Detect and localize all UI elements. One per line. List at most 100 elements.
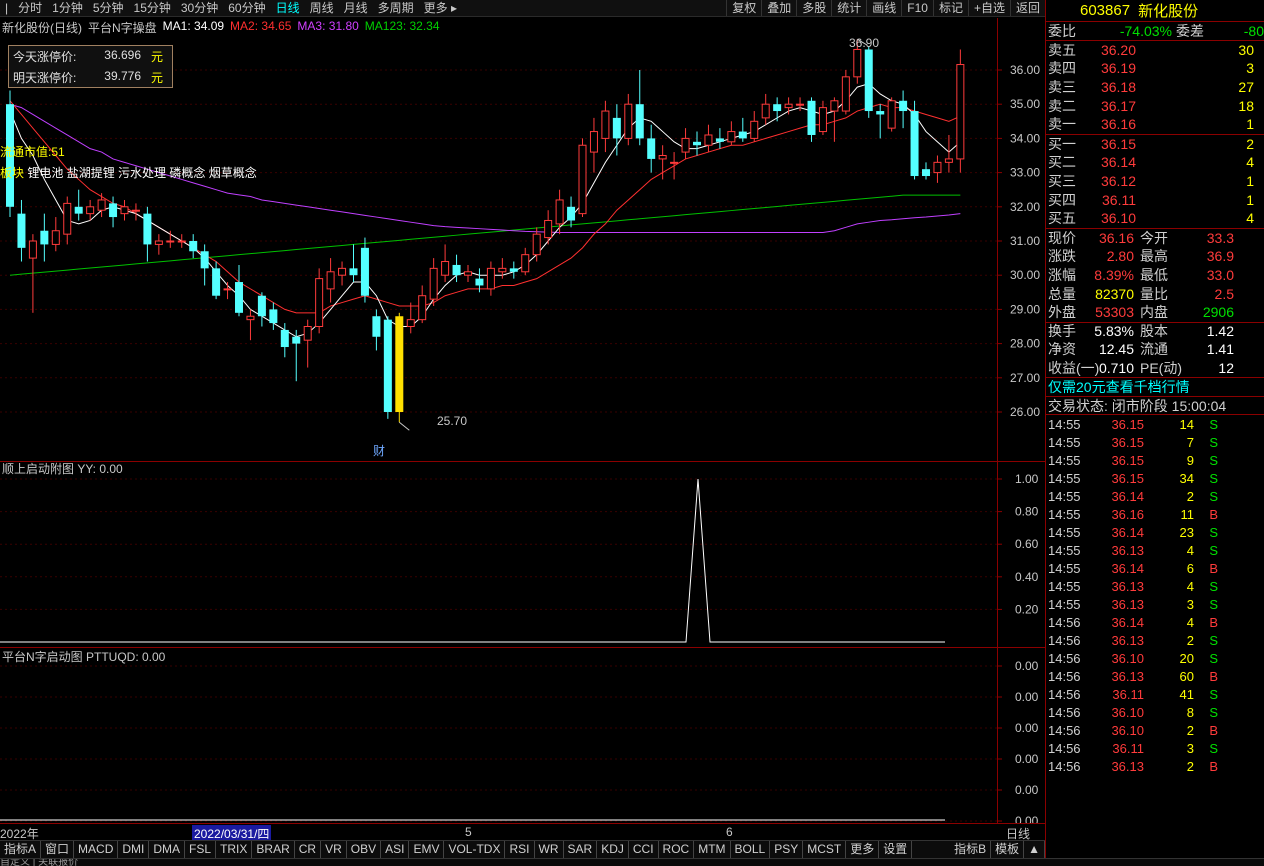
indicator-tab-10[interactable]: OBV: [347, 841, 382, 858]
quote-stats: 现价 36.16 今开 33.3 涨跌 2.80 最高 36.9 涨幅 8.39% 最低 33.0 总量…: [1046, 229, 1264, 378]
tick-row: 14:55 36.15 14 S: [1046, 415, 1264, 433]
tick-price: 36.13: [1111, 542, 1144, 558]
indicator-tab-right-0[interactable]: 指标B: [950, 841, 992, 858]
stat-row: 涨幅 8.39% 最低 33.0: [1046, 266, 1264, 285]
quote-header: 603867 新化股份: [1046, 0, 1264, 22]
period-tab-2[interactable]: 5分钟: [88, 0, 129, 16]
tick-time: 14:56: [1048, 722, 1081, 738]
toolbar-action-3[interactable]: 统计: [831, 0, 866, 16]
indicator-tab-24[interactable]: 更多: [846, 841, 880, 858]
candle-body: [910, 111, 919, 177]
depth-promo-link[interactable]: 仅需20元查看千档行情: [1046, 377, 1264, 396]
indicator-tab-1[interactable]: 窗口: [41, 841, 75, 858]
indicator-tab-6[interactable]: TRIX: [216, 841, 253, 858]
indicator-tab-16[interactable]: SAR: [564, 841, 598, 858]
toolbar-action-0[interactable]: 复权: [726, 0, 761, 16]
finance-marker[interactable]: 财: [373, 442, 385, 459]
indicator-tab-right-2[interactable]: ▲: [1024, 841, 1045, 858]
candle-body: [944, 158, 953, 163]
indicator-tab-0[interactable]: 指标A: [0, 841, 42, 858]
indicator-tab-2[interactable]: MACD: [74, 841, 119, 858]
candle-body: [509, 268, 518, 272]
stat-label: 涨幅: [1048, 267, 1076, 284]
period-tab-0[interactable]: 分时: [13, 0, 47, 16]
indicator-tab-20[interactable]: MTM: [694, 841, 731, 858]
candle-body: [372, 316, 381, 337]
stat-row: 总量 82370 量比 2.5: [1046, 284, 1264, 303]
toolbar-action-8[interactable]: 返回: [1009, 0, 1045, 16]
indicator-tab-19[interactable]: ROC: [659, 841, 695, 858]
bid-label: 买四: [1048, 191, 1076, 208]
indicator-tab-11[interactable]: ASI: [381, 841, 410, 858]
tick-price: 36.10: [1111, 722, 1144, 738]
ask-volume: 27: [1238, 79, 1254, 96]
tick-direction: S: [1209, 686, 1218, 702]
indicator-tab-18[interactable]: CCI: [629, 841, 659, 858]
candle-body: [647, 138, 656, 159]
candle-body: [704, 134, 713, 146]
candle-body: [189, 241, 198, 252]
bottom-strip: 自定义 | 关联报价: [0, 858, 1264, 866]
stat-label-2: 最低: [1140, 267, 1168, 284]
period-tab-8[interactable]: 月线: [339, 0, 373, 16]
indicator-tab-7[interactable]: BRAR: [252, 841, 295, 858]
indicator-tab-8[interactable]: CR: [295, 841, 322, 858]
tick-volume: 11: [1180, 506, 1195, 522]
period-tab-4[interactable]: 30分钟: [176, 0, 223, 16]
indicator-tab-3[interactable]: DMI: [118, 841, 150, 858]
ask-row: 卖三 36.18 27: [1046, 78, 1264, 97]
tick-list[interactable]: 14:55 36.15 14 S 14:55 36.15 7 S 14:55 36.15 9 S 14:…: [1046, 415, 1264, 775]
indicator-tab-4[interactable]: DMA: [149, 841, 186, 858]
period-tab-6[interactable]: 日线: [271, 0, 305, 16]
toolbar-action-6[interactable]: 标记: [932, 0, 968, 16]
candle-body: [292, 336, 301, 344]
period-tab-1[interactable]: 1分钟: [47, 0, 88, 16]
indicator-tab-9[interactable]: VR: [321, 841, 347, 858]
candle-body: [200, 251, 209, 269]
candle-body: [166, 240, 175, 243]
indicator-tab-12[interactable]: EMV: [409, 841, 445, 858]
indicator-tab-22[interactable]: PSY: [770, 841, 804, 858]
candle-body: [28, 240, 37, 259]
legend-ma1: MA1: 34.09: [162, 19, 225, 33]
stat-value: 2.80: [1106, 248, 1134, 265]
tick-time: 14:55: [1048, 506, 1081, 522]
toolbar-action-7[interactable]: +自选: [967, 0, 1010, 16]
indicator-tab-21[interactable]: BOLL: [731, 841, 771, 858]
indicator-tab-5[interactable]: FSL: [185, 841, 217, 858]
toolbar-action-5[interactable]: F10: [901, 0, 933, 16]
candle-body: [876, 111, 885, 115]
tick-volume: 60: [1179, 668, 1194, 684]
tick-price: 36.14: [1111, 614, 1144, 630]
tick-row: 14:55 36.14 6 B: [1046, 559, 1264, 577]
toolbar-action-2[interactable]: 多股: [796, 0, 831, 16]
tick-row: 14:56 36.11 41 S: [1046, 685, 1264, 703]
period-tab-10[interactable]: 更多 ▸: [419, 0, 462, 16]
period-tab-3[interactable]: 15分钟: [129, 0, 176, 16]
indicator-tab-23[interactable]: MCST: [803, 841, 847, 858]
candle-body: [154, 240, 163, 245]
toolbar-action-1[interactable]: 叠加: [761, 0, 796, 16]
stat-label: 涨跌: [1048, 248, 1076, 265]
indicator-tab-13[interactable]: VOL-TDX: [444, 841, 506, 858]
stat-row: 净资 12.45 流通 1.41: [1046, 340, 1264, 359]
period-tab-5[interactable]: 60分钟: [223, 0, 270, 16]
candle-body: [544, 219, 553, 239]
period-tab-9[interactable]: 多周期: [373, 0, 419, 16]
price-axis-label: 34.00: [1010, 131, 1040, 145]
indicator-tab-right-1[interactable]: 模板: [991, 841, 1025, 858]
candle-body: [86, 206, 95, 215]
toolbar-right: 复权 叠加 多股 统计 画线 F10 标记 +自选 返回: [726, 0, 1045, 16]
tick-direction: S: [1209, 704, 1218, 720]
stat-label-2: 内盘: [1140, 304, 1168, 321]
candle-body: [326, 271, 335, 290]
tick-direction: B: [1209, 614, 1218, 630]
candle-body: [681, 137, 690, 153]
indicator-tab-25[interactable]: 设置: [879, 841, 913, 858]
indicator-tab-14[interactable]: RSI: [505, 841, 535, 858]
indicator-tab-17[interactable]: KDJ: [597, 841, 629, 858]
tick-direction: B: [1209, 506, 1218, 522]
toolbar-action-4[interactable]: 画线: [866, 0, 901, 16]
indicator-tab-15[interactable]: WR: [535, 841, 564, 858]
period-tab-7[interactable]: 周线: [305, 0, 339, 16]
